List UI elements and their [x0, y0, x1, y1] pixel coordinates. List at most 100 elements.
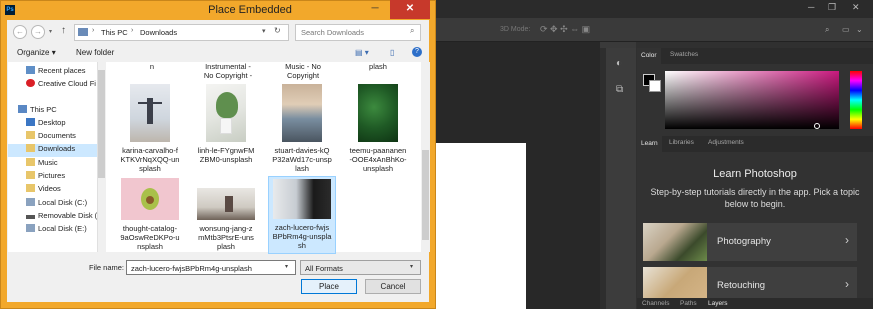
nav-label: Music	[38, 158, 58, 167]
close-button[interactable]: ✕	[390, 0, 430, 19]
restore-icon[interactable]: ❐	[828, 2, 836, 13]
file-item-selected[interactable]: zach-lucero-fwjs BPbRm4g-unspla sh	[268, 176, 336, 254]
file-item[interactable]: stuart-davies-kQ P32aWd17c-unsp lash	[268, 84, 336, 173]
up-icon[interactable]: ↑	[61, 25, 66, 36]
nav-item-pictures[interactable]: Pictures	[8, 171, 98, 184]
file-name-dropdown-icon[interactable]: ▾	[285, 263, 288, 270]
tab-libraries[interactable]: Libraries	[669, 139, 694, 146]
file-list: n Instrumental - No Copyright - Music - …	[106, 62, 421, 254]
folder-icon	[26, 131, 35, 139]
nav-item-downloads[interactable]: Downloads	[8, 144, 98, 157]
place-button[interactable]: Place	[301, 279, 357, 294]
refresh-icon[interactable]: ↻	[274, 26, 281, 35]
tab-swatches[interactable]: Swatches	[670, 51, 698, 58]
tab-channels[interactable]: Channels	[642, 300, 669, 307]
nav-label: Local Disk (E:)	[38, 224, 87, 233]
new-folder-button[interactable]: New folder	[76, 48, 114, 57]
history-panel-icon[interactable]: ⧉	[616, 84, 623, 95]
tab-paths[interactable]: Paths	[680, 300, 697, 307]
organize-label: Organize	[17, 48, 50, 57]
disk-icon	[26, 198, 35, 206]
close-icon[interactable]: ✕	[852, 2, 860, 13]
nav-item-removable-disk[interactable]: Removable Disk (	[8, 211, 98, 224]
recent-locations-icon[interactable]: ▾	[49, 28, 52, 35]
file-name: wonsung-jang-z	[199, 224, 253, 233]
breadcrumb-downloads[interactable]: Downloads	[140, 28, 177, 37]
file-scrollbar-thumb[interactable]	[422, 150, 429, 240]
file-item[interactable]: teemu-paananen -OOE4xAnBhKo- unsplash	[344, 84, 412, 173]
file-item-label[interactable]: Instrumental - No Copyright -	[194, 62, 262, 80]
nav-item-creative-cloud[interactable]: Creative Cloud Fi	[8, 79, 98, 92]
minimize-icon[interactable]: ─	[808, 2, 814, 12]
file-name-input[interactable]: zach-lucero-fwjsBPbRm4g-unsplash	[126, 260, 296, 275]
file-name: KTKVrNqXQQ-un	[120, 155, 180, 164]
organize-button[interactable]: Organize ▾	[17, 48, 56, 57]
recent-places-icon	[26, 66, 35, 74]
share-icon[interactable]: ⌄	[856, 25, 863, 34]
this-pc-icon	[78, 28, 88, 36]
tab-layers[interactable]: Layers	[708, 300, 728, 307]
3d-tools-icons[interactable]: ⟳ ✥ ✣ ⇔ ▣	[540, 24, 590, 35]
nav-label: Videos	[38, 184, 61, 193]
file-item-label[interactable]: n	[118, 62, 186, 71]
chevron-right-icon: ›	[845, 277, 849, 291]
tab-adjustments[interactable]: Adjustments	[708, 139, 744, 146]
nav-item-recent-places[interactable]: Recent places	[8, 66, 98, 79]
format-select[interactable]: All Formats	[300, 260, 421, 275]
file-item[interactable]: wonsung-jang-z mMtb3PtsrE-uns plash	[192, 178, 260, 251]
folder-icon	[26, 184, 35, 192]
file-item-label[interactable]: plash	[344, 62, 412, 71]
card-photography[interactable]: Photography ›	[643, 223, 857, 261]
cancel-button[interactable]: Cancel	[365, 279, 421, 294]
minimize-icon[interactable]: ─	[362, 0, 388, 19]
hue-slider[interactable]	[850, 71, 862, 129]
tab-color[interactable]: Color	[637, 48, 661, 64]
breadcrumb-separator-icon: ›	[131, 27, 134, 34]
dialog-title: Place Embedded	[208, 4, 292, 16]
file-name: karina-carvalho-f	[122, 146, 178, 155]
forward-button[interactable]: →	[31, 25, 45, 39]
nav-item-local-disk-e[interactable]: Local Disk (E:)	[8, 224, 98, 237]
nav-item-local-disk-c[interactable]: Local Disk (C:)	[8, 198, 98, 211]
search-input[interactable]: Search Downloads	[295, 24, 421, 41]
file-item[interactable]: linh-le-FYgnwFM ZBM0-unsplash	[192, 84, 260, 164]
nav-item-this-pc[interactable]: This PC	[8, 105, 98, 118]
color-picker-field[interactable]	[665, 71, 839, 129]
removable-disk-icon	[26, 215, 35, 219]
workspace-icon[interactable]: ▭	[842, 25, 850, 34]
file-thumbnail	[273, 179, 331, 219]
file-item-label[interactable]: Music - No Copyright	[269, 62, 337, 80]
file-name: splash	[139, 164, 161, 173]
address-dropdown-icon[interactable]: ▾	[262, 27, 266, 35]
breadcrumb-separator-icon: ›	[92, 27, 95, 34]
layers-panel-tabs: Channels Paths Layers	[637, 298, 873, 309]
nav-scrollbar-thumb[interactable]	[98, 70, 105, 178]
back-button[interactable]: ←	[13, 25, 27, 39]
file-item[interactable]: thought-catalog- 9aOswReDKPo-u nsplash	[116, 178, 184, 251]
file-thumbnail	[130, 84, 170, 142]
help-icon[interactable]: ?	[412, 47, 422, 57]
color-panel-icon[interactable]: ◐	[616, 58, 622, 69]
file-item[interactable]: karina-carvalho-f KTKVrNqXQQ-un splash	[116, 84, 184, 173]
file-name: unsplash	[362, 164, 394, 173]
change-view-icon[interactable]: ▤ ▾	[355, 48, 369, 57]
search-icon: ⌕	[410, 26, 415, 35]
navigation-pane: Recent places Creative Cloud Fi This PC …	[8, 62, 98, 252]
breadcrumb-this-pc[interactable]: This PC	[101, 28, 128, 37]
background-color-swatch[interactable]	[649, 80, 661, 92]
file-thumbnail	[206, 84, 246, 142]
file-name: lash	[295, 164, 309, 173]
nav-label: Local Disk (C:)	[38, 198, 88, 207]
learn-title: Learn Photoshop	[713, 168, 797, 180]
tab-learn[interactable]: Learn	[637, 136, 662, 152]
nav-item-desktop[interactable]: Desktop	[8, 118, 98, 131]
preview-pane-icon[interactable]: ▯	[390, 48, 394, 57]
nav-item-videos[interactable]: Videos	[8, 184, 98, 197]
nav-item-music[interactable]: Music	[8, 158, 98, 171]
color-picker-cursor[interactable]	[814, 123, 820, 129]
document-canvas[interactable]	[436, 143, 526, 309]
nav-item-documents[interactable]: Documents	[8, 131, 98, 144]
folder-icon	[26, 118, 35, 126]
search-icon[interactable]: ⌕	[825, 25, 829, 35]
file-name: zach-lucero-fwjs	[274, 223, 330, 232]
